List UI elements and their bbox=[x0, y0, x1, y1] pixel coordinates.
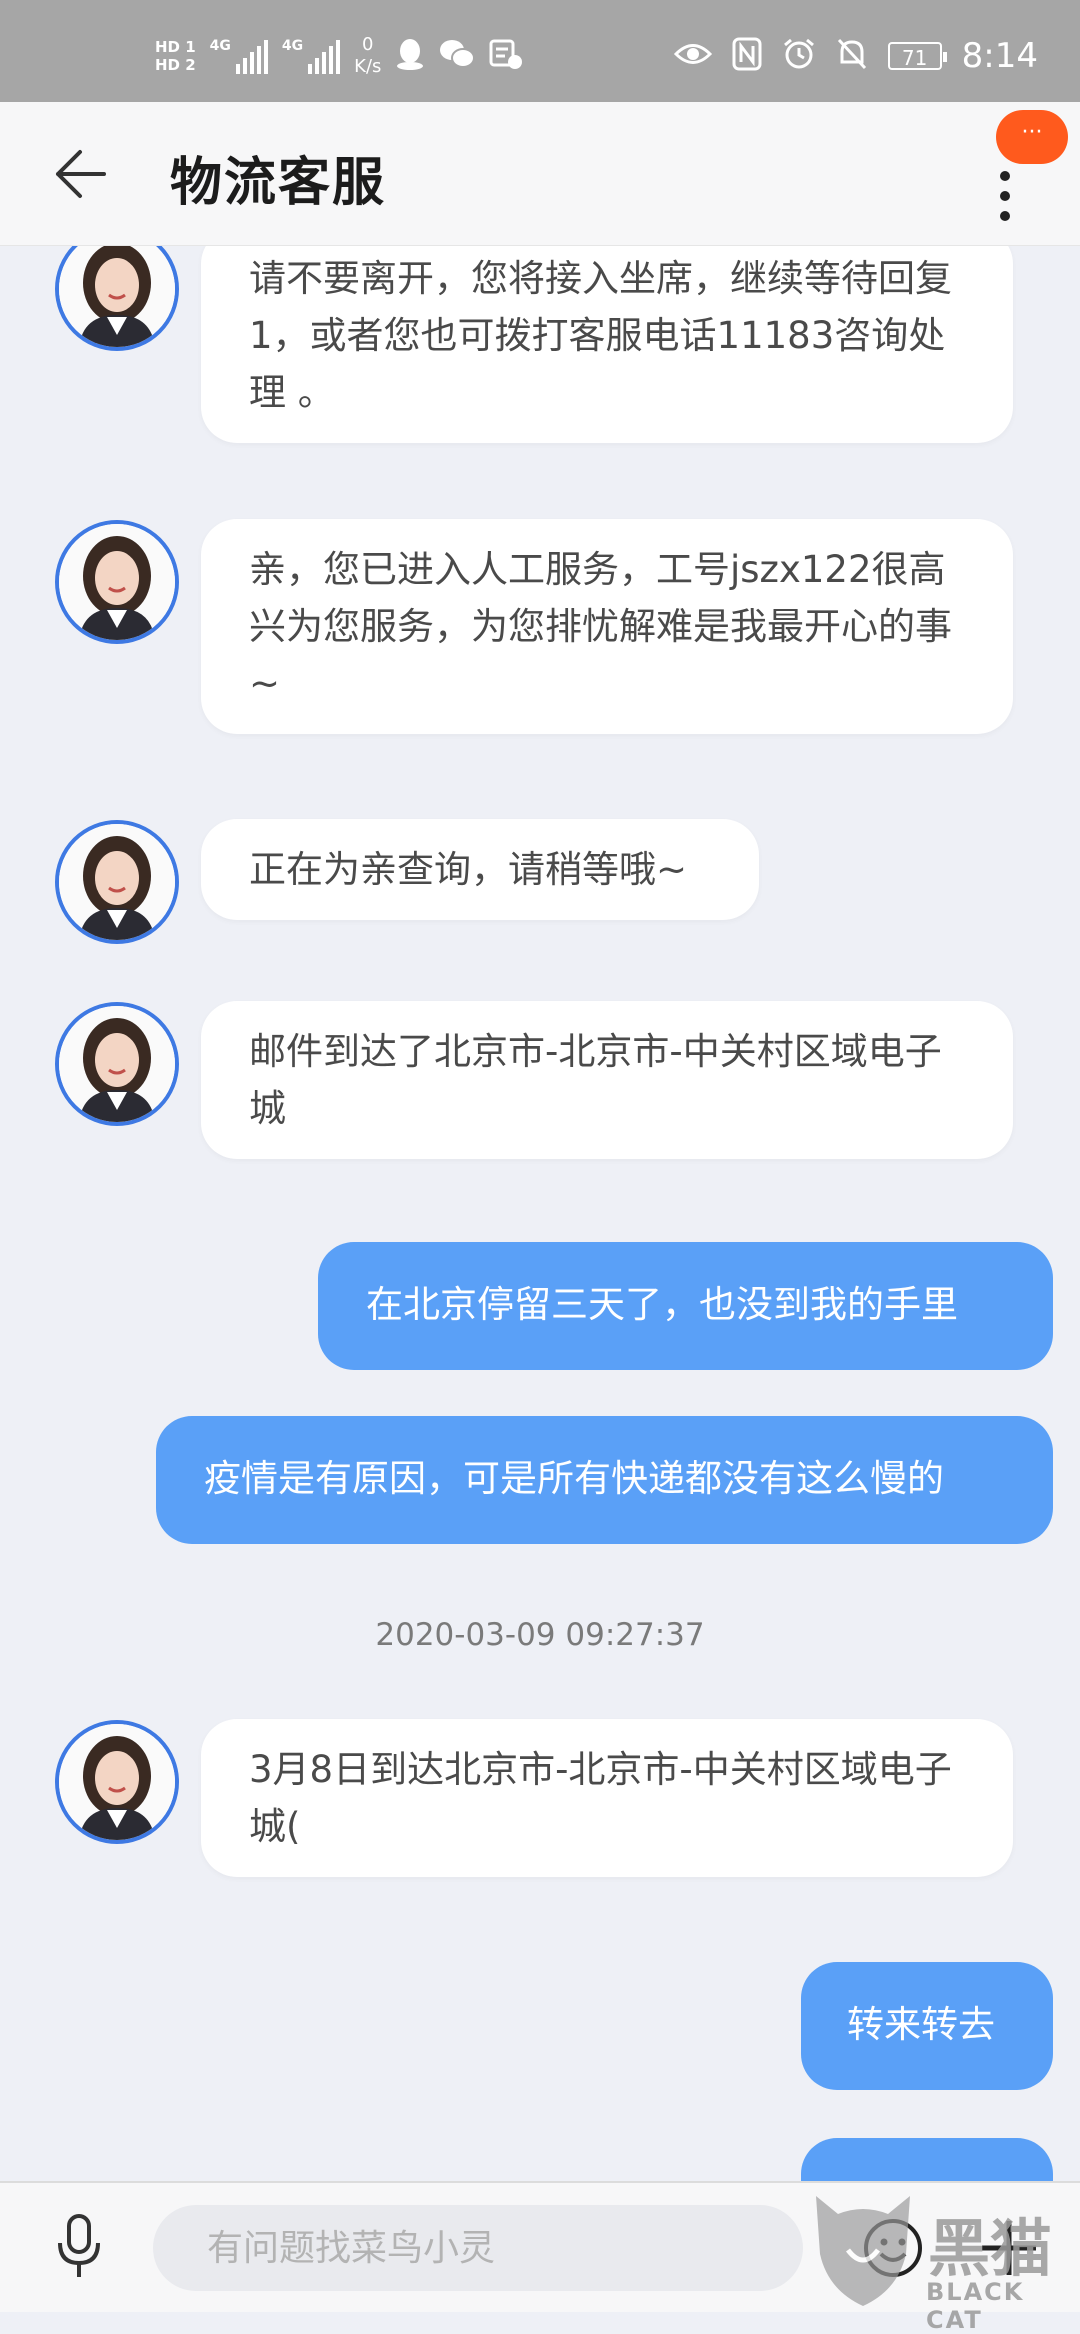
agent-avatar[interactable] bbox=[55, 520, 179, 644]
message-bubble-agent: 邮件到达了北京市-北京市-中关村区域电子城 bbox=[201, 1001, 1013, 1159]
chat-message-list[interactable]: 请不要离开，您将接入坐席，继续等待回复1，或者您也可拨打客服电话11183咨询处… bbox=[0, 245, 1080, 2181]
agent-avatar-image bbox=[59, 824, 175, 940]
input-bar bbox=[0, 2181, 1080, 2312]
microphone-icon bbox=[58, 2214, 100, 2277]
battery-icon: 71 bbox=[887, 42, 947, 70]
eye-icon bbox=[673, 41, 712, 71]
qq-icon bbox=[395, 37, 425, 75]
message-icon bbox=[489, 38, 523, 74]
more-menu-button[interactable] bbox=[990, 164, 1020, 234]
signal-2-icon: 4G bbox=[281, 38, 341, 74]
emoji-button[interactable] bbox=[862, 2217, 924, 2279]
message-timestamp: 2020-03-09 09:27:37 bbox=[375, 1617, 705, 1653]
message-bubble-user: 疫情是有原因，可是所有快递都没有这么慢的 bbox=[156, 1416, 1053, 1544]
mute-bell-icon bbox=[836, 37, 868, 75]
voice-input-button[interactable] bbox=[55, 2213, 103, 2281]
agent-avatar[interactable] bbox=[55, 245, 179, 351]
message-bubble-user: 在北京停留三天了，也没到我的手里 bbox=[318, 1242, 1053, 1370]
alarm-icon bbox=[782, 37, 816, 75]
network-1-label: 4G bbox=[209, 38, 231, 54]
nfc-icon bbox=[732, 37, 762, 75]
emoji-icon bbox=[864, 2219, 922, 2277]
add-attachment-button[interactable] bbox=[974, 2213, 1044, 2283]
speed-unit: K/s bbox=[354, 56, 382, 77]
hd2-label: HD 2 bbox=[155, 56, 196, 74]
hd1-label: HD 1 bbox=[155, 38, 196, 56]
agent-avatar[interactable] bbox=[55, 1002, 179, 1126]
more-vertical-icon bbox=[1000, 171, 1010, 221]
message-bubble-agent: 正在为亲查询，请稍等哦~ bbox=[201, 819, 759, 920]
message-input[interactable] bbox=[153, 2205, 803, 2291]
page-title: 物流客服 bbox=[170, 153, 387, 213]
message-bubble-agent: 请不要离开，您将接入坐席，继续等待回复1，或者您也可拨打客服电话11183咨询处… bbox=[201, 245, 1013, 443]
more-badge-button[interactable]: ··· bbox=[996, 110, 1068, 164]
clock: 8:14 bbox=[961, 36, 1038, 76]
plus-icon bbox=[982, 2221, 1036, 2275]
network-speed: 0 K/s bbox=[354, 34, 381, 78]
message-bubble-user: 转来转去 bbox=[801, 1962, 1053, 2090]
back-button[interactable] bbox=[50, 146, 110, 202]
agent-avatar-image bbox=[59, 245, 175, 347]
network-2-label: 4G bbox=[281, 38, 304, 54]
message-bubble-agent: 3月8日到达北京市-北京市-中关村区域电子城( bbox=[201, 1719, 1013, 1877]
status-left: HD 1 HD 2 4G 4G 0 K/s bbox=[155, 28, 523, 84]
agent-avatar-image bbox=[59, 1006, 175, 1122]
agent-avatar[interactable] bbox=[55, 1720, 179, 1844]
status-bar: HD 1 HD 2 4G 4G 0 K/s 71 8:14 bbox=[0, 0, 1080, 102]
back-arrow-icon bbox=[56, 150, 106, 198]
agent-avatar-image bbox=[59, 524, 175, 640]
agent-avatar-image bbox=[59, 1724, 175, 1840]
message-bubble-agent: 亲，您已进入人工服务，工号jszx122很高兴为您服务，为您排忧解难是我最开心的… bbox=[201, 519, 1013, 734]
status-right: 71 8:14 bbox=[673, 34, 1038, 78]
message-bubble-user-partial bbox=[801, 2138, 1053, 2181]
wechat-icon bbox=[439, 38, 476, 74]
speed-value: 0 bbox=[362, 34, 374, 55]
agent-avatar[interactable] bbox=[55, 820, 179, 944]
signal-1-icon: 4G bbox=[210, 38, 268, 74]
app-header: 物流客服 bbox=[0, 102, 1080, 246]
hd-indicators: HD 1 HD 2 bbox=[155, 38, 196, 74]
